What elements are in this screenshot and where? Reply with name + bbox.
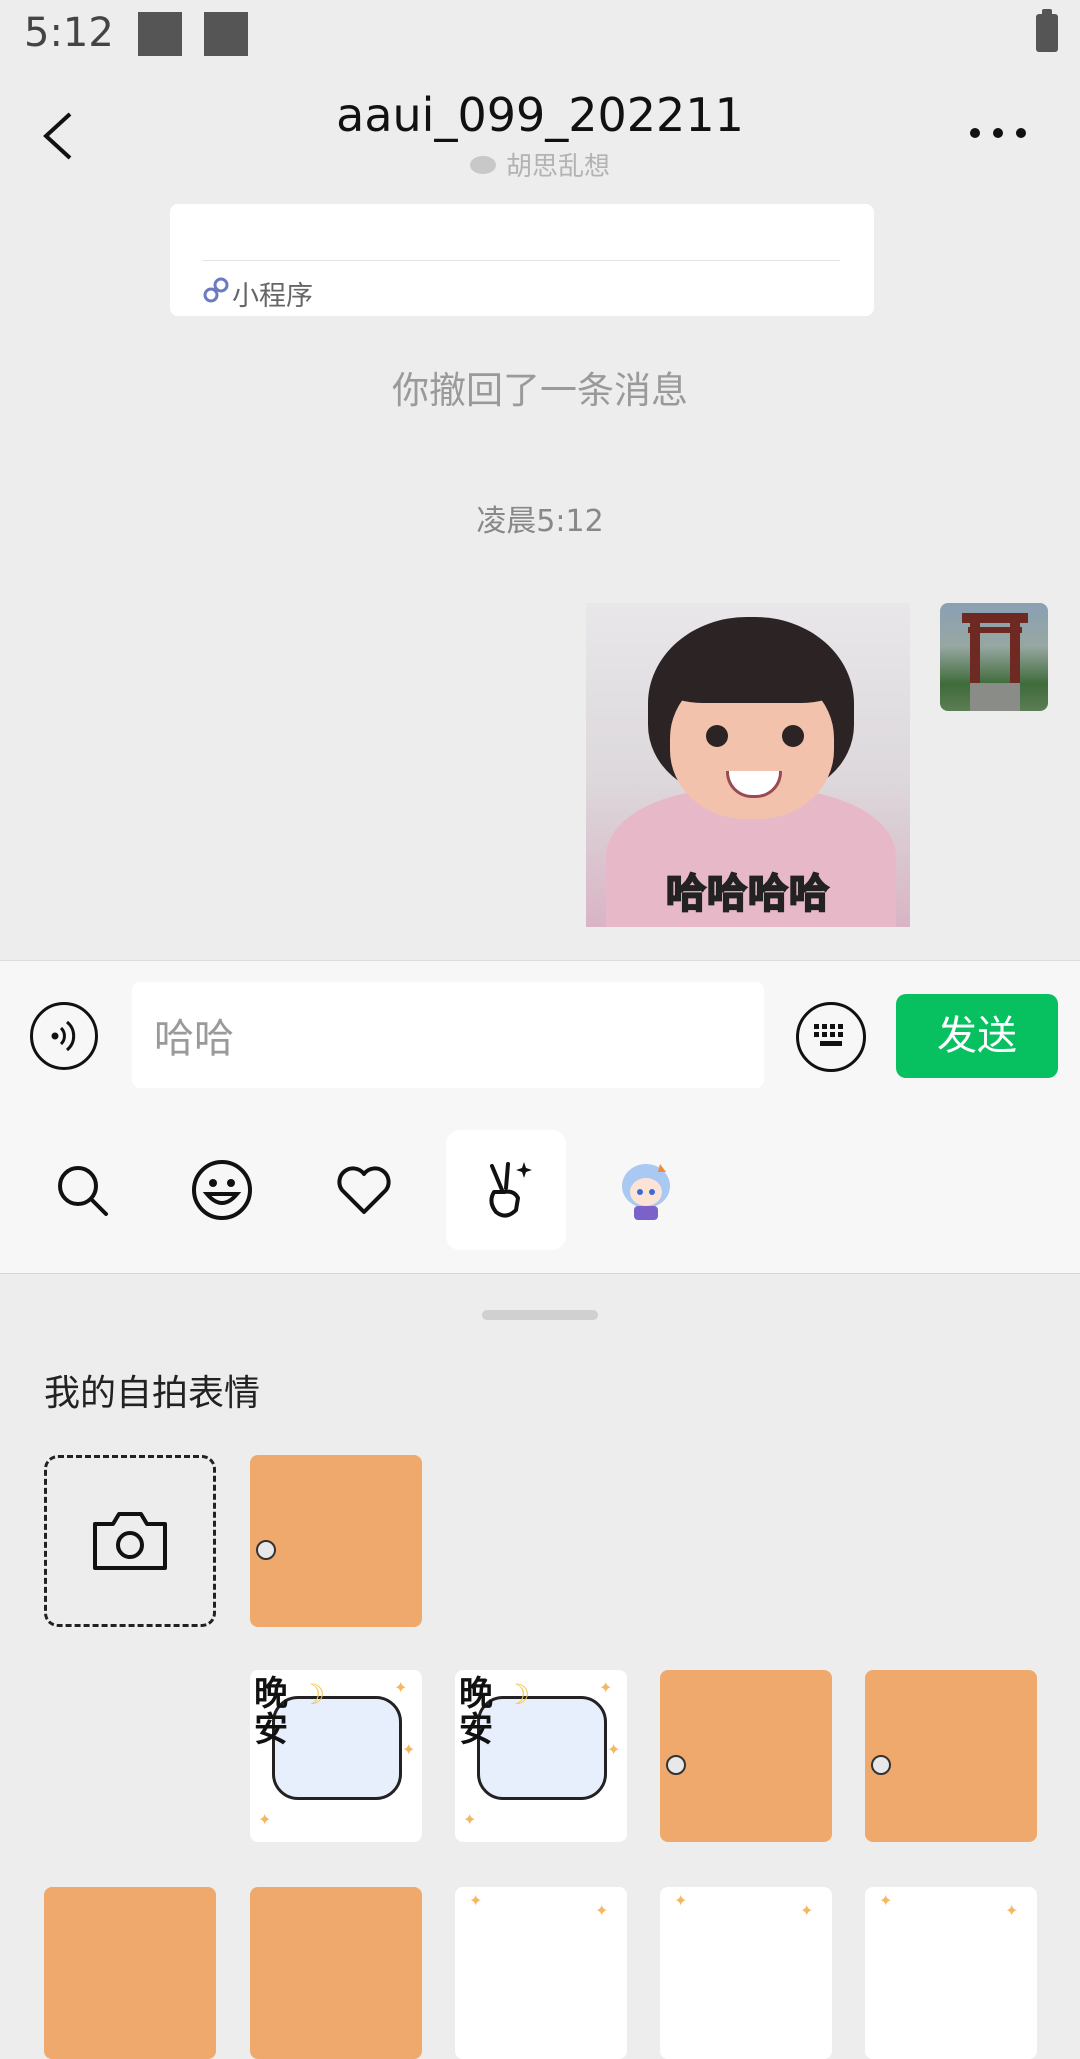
gate-pillar xyxy=(1010,623,1020,689)
message-timestamp: 凌晨5:12 xyxy=(476,504,604,539)
sticker-message[interactable]: 哈哈哈哈 xyxy=(586,603,910,927)
goodnight-sticker[interactable]: 晚安 ☽ ✦ ✦ ✦ xyxy=(455,1670,627,1842)
drag-handle[interactable] xyxy=(482,1310,598,1320)
battery-icon xyxy=(1036,9,1058,52)
message-input[interactable] xyxy=(132,982,764,1088)
smiley-icon xyxy=(192,1160,252,1220)
tab-emoji[interactable] xyxy=(162,1130,282,1250)
star-icon: ✦ xyxy=(607,1740,621,1759)
keyboard-icon xyxy=(814,1024,843,1046)
sticker-caption: 哈哈哈哈 xyxy=(665,870,830,918)
star-icon: ✦ xyxy=(879,1891,893,1910)
gesture-icon xyxy=(489,1162,532,1218)
sticker-text: 晚安 xyxy=(459,1674,493,1750)
gate-roof xyxy=(962,613,1028,623)
gate-road xyxy=(970,683,1020,711)
tab-gestures[interactable] xyxy=(446,1130,566,1250)
more-options-icon[interactable] xyxy=(968,126,1028,140)
mini-program-label: 小程序 xyxy=(232,281,313,312)
star-icon: ✦ xyxy=(463,1810,477,1829)
notification-icon xyxy=(138,12,182,56)
star-icon: ✦ xyxy=(394,1678,408,1697)
voice-icon xyxy=(51,1020,76,1052)
send-button[interactable]: 发送 xyxy=(896,994,1058,1078)
kid-eye xyxy=(782,725,804,747)
selfie-sticker[interactable] xyxy=(660,1670,832,1842)
kid-bangs xyxy=(670,649,834,703)
user-avatar[interactable] xyxy=(940,603,1048,711)
gate-pillar xyxy=(970,623,980,689)
voice-input-button[interactable] xyxy=(30,1002,98,1070)
notification-icon xyxy=(204,12,248,56)
selfie-sticker[interactable] xyxy=(865,1670,1037,1842)
keyboard-button[interactable] xyxy=(796,1002,866,1072)
status-time: 5:12 xyxy=(24,10,114,56)
star-icon: ✦ xyxy=(469,1891,483,1910)
moon-icon: ☽ xyxy=(300,1678,326,1711)
anime-sticker-icon xyxy=(622,1164,670,1220)
goodnight-sticker[interactable]: 晚安 ☽ ✦ ✦ ✦ xyxy=(250,1670,422,1842)
status-text: 胡思乱想 xyxy=(505,152,610,182)
recall-notice: 你撤回了一条消息 xyxy=(392,369,688,412)
chat-status: 胡思乱想 xyxy=(0,146,1080,183)
star-icon: ✦ xyxy=(1005,1901,1019,1920)
section-title: 我的自拍表情 xyxy=(44,1373,261,1414)
add-selfie-sticker-button[interactable] xyxy=(44,1455,216,1627)
tab-search[interactable] xyxy=(22,1130,142,1250)
sticker-item[interactable]: ✦ ✦ xyxy=(660,1887,832,2059)
star-icon: ✦ xyxy=(674,1891,688,1910)
panel-divider xyxy=(0,1273,1080,1274)
selfie-sticker[interactable] xyxy=(250,1455,422,1627)
star-icon: ✦ xyxy=(402,1740,416,1759)
heart-icon xyxy=(337,1166,391,1214)
sticker-text: 晚安 xyxy=(254,1674,288,1750)
sticker-dot xyxy=(666,1755,686,1775)
tab-sticker-pack[interactable] xyxy=(586,1130,706,1250)
sticker-item[interactable]: ✦ ✦ xyxy=(455,1887,627,2059)
sticker-item[interactable]: ✦ ✦ xyxy=(865,1887,1037,2059)
star-icon: ✦ xyxy=(595,1901,609,1920)
mini-program-icon xyxy=(203,277,229,303)
mini-program-card[interactable]: 小程序 xyxy=(170,204,874,316)
kid-eye xyxy=(706,725,728,747)
selfie-sticker[interactable] xyxy=(44,1887,216,2059)
sticker-dot xyxy=(871,1755,891,1775)
star-icon: ✦ xyxy=(800,1901,814,1920)
tab-favorites[interactable] xyxy=(304,1130,424,1250)
status-bubble-icon xyxy=(469,155,496,174)
selfie-sticker[interactable] xyxy=(250,1887,422,2059)
sticker-dot xyxy=(256,1540,276,1560)
search-icon xyxy=(58,1166,108,1216)
star-icon: ✦ xyxy=(258,1810,272,1829)
camera-icon xyxy=(93,1512,167,1570)
star-icon: ✦ xyxy=(599,1678,613,1697)
card-divider xyxy=(202,260,840,261)
chat-title: aaui_099_202211 xyxy=(336,88,744,142)
moon-icon: ☽ xyxy=(505,1678,531,1711)
